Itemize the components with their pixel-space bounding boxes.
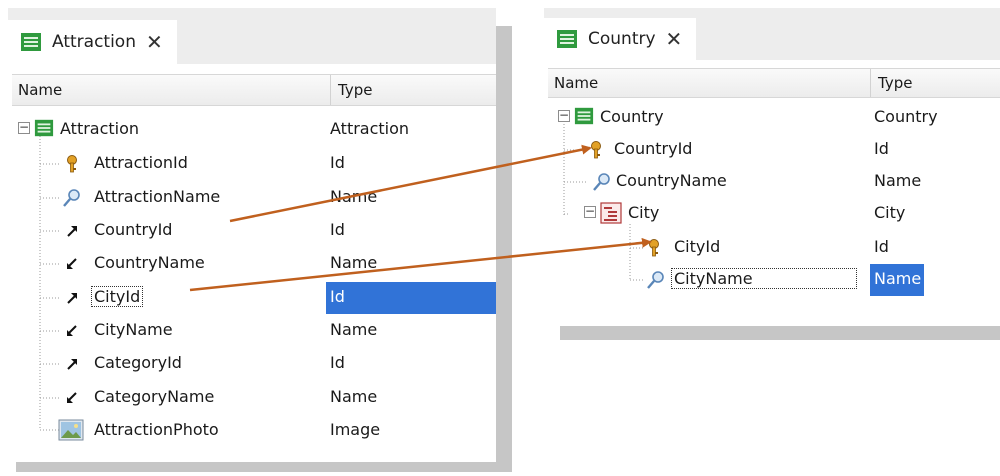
arrow-countryid-link — [229, 144, 592, 223]
relation-arrows — [189, 144, 652, 292]
arrow-cityid-link — [189, 237, 652, 292]
